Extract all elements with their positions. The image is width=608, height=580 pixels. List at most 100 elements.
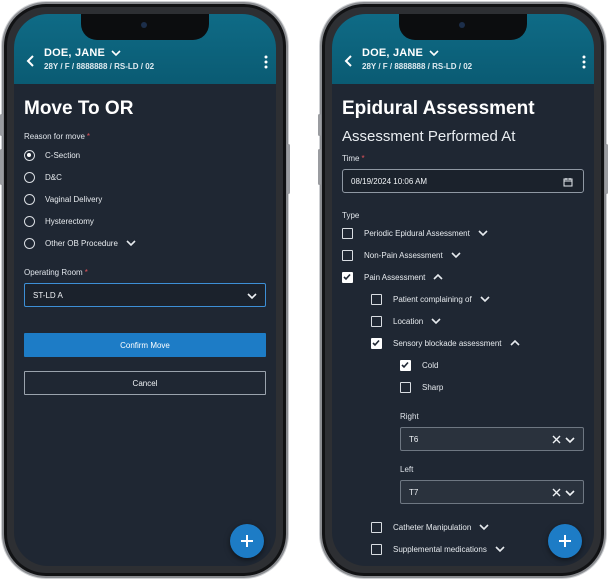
chevron-down-icon[interactable] — [565, 489, 575, 497]
time-input[interactable]: 08/19/2024 10:06 AM — [342, 169, 584, 193]
screen-epidural-assessment: DOE, JANE 28Y / F / 8888888 / RS-LD / 02… — [332, 14, 594, 566]
checkbox[interactable] — [342, 227, 353, 239]
checkbox-label: Non-Pain Assessment — [364, 250, 443, 260]
notch — [399, 14, 527, 40]
radio-button[interactable] — [24, 193, 35, 205]
phone-side-button — [0, 114, 3, 136]
chevron-down-icon[interactable] — [565, 436, 575, 444]
left-level-select[interactable]: T7 — [400, 480, 584, 504]
checkbox[interactable] — [371, 315, 382, 327]
camera-icon — [141, 22, 147, 28]
chevron-up-icon[interactable] — [433, 273, 443, 281]
chevron-down-icon[interactable] — [431, 317, 441, 325]
check-icon — [343, 273, 351, 280]
checkbox[interactable] — [342, 271, 353, 283]
chevron-down-icon — [429, 50, 439, 57]
checkbox[interactable] — [371, 337, 382, 349]
patient-details: 28Y / F / 8888888 / RS-LD / 02 — [362, 62, 473, 71]
radio-label: C-Section — [45, 150, 81, 160]
patient-name-dropdown[interactable]: DOE, JANE — [44, 47, 121, 59]
calendar-icon[interactable] — [563, 177, 573, 187]
radio-label: Other OB Procedure — [45, 238, 118, 248]
radio-button[interactable] — [24, 149, 35, 161]
move-to-or-content: Move To OR Reason for move * C-Section D&… — [14, 84, 276, 566]
check-cold[interactable]: Cold — [400, 354, 584, 376]
time-label: Time * — [342, 154, 584, 163]
chevron-down-icon[interactable] — [480, 295, 490, 303]
right-level-select[interactable]: T6 — [400, 427, 584, 451]
kebab-menu-icon[interactable] — [580, 54, 588, 70]
operating-room-select[interactable]: ST-LD A — [24, 283, 266, 307]
chevron-down-icon[interactable] — [247, 292, 257, 300]
check-sharp[interactable]: Sharp — [400, 376, 584, 398]
checkbox-label: Supplemental medications — [393, 544, 487, 554]
left-level-value: T7 — [409, 487, 419, 497]
chevron-left-icon[interactable] — [24, 54, 38, 68]
phone-side-button — [318, 149, 321, 185]
check-patient-complaining[interactable]: Patient complaining of — [371, 288, 584, 310]
patient-name: DOE, JANE — [362, 47, 424, 59]
chevron-down-icon[interactable] — [478, 229, 488, 237]
check-non-pain[interactable]: Non-Pain Assessment — [342, 244, 584, 266]
check-pain-assessment[interactable]: Pain Assessment — [342, 266, 584, 288]
radio-dc[interactable]: D&C — [24, 166, 266, 188]
operating-room-value: ST-LD A — [33, 290, 63, 300]
required-marker: * — [86, 132, 91, 141]
sensory-subgroup: Cold Sharp Right T6 Left T7 — [371, 354, 584, 504]
type-label: Type — [342, 211, 360, 220]
clear-icon[interactable] — [552, 435, 561, 444]
plus-icon — [559, 535, 571, 547]
check-icon — [401, 361, 409, 368]
radio-c-section[interactable]: C-Section — [24, 144, 266, 166]
radio-button[interactable] — [24, 171, 35, 183]
chevron-up-icon[interactable] — [509, 339, 520, 347]
radio-label: D&C — [45, 172, 62, 182]
checkbox-label: Sensory blockade assessment — [393, 338, 502, 348]
add-fab-button[interactable] — [230, 524, 264, 558]
checkbox[interactable] — [400, 359, 411, 371]
required-marker: * — [84, 268, 88, 277]
left-label: Left — [400, 465, 414, 474]
kebab-menu-icon[interactable] — [262, 54, 270, 70]
radio-button[interactable] — [24, 215, 35, 227]
phone-frame-right: DOE, JANE 28Y / F / 8888888 / RS-LD / 02… — [318, 2, 608, 578]
checkbox[interactable] — [342, 249, 353, 261]
screen-move-to-or: DOE, JANE 28Y / F / 8888888 / RS-LD / 02… — [14, 14, 276, 566]
radio-vaginal-delivery[interactable]: Vaginal Delivery — [24, 188, 266, 210]
clear-icon[interactable] — [552, 488, 561, 497]
checkbox-label: Patient complaining of — [393, 294, 472, 304]
confirm-move-button[interactable]: Confirm Move — [24, 333, 266, 357]
phone-side-button — [318, 114, 321, 136]
check-icon — [372, 339, 380, 346]
operating-room-label: Operating Room * — [24, 268, 266, 277]
phone-side-button — [0, 149, 3, 185]
radio-button[interactable] — [24, 237, 35, 249]
chevron-left-icon[interactable] — [342, 54, 356, 68]
chevron-down-icon[interactable] — [495, 545, 505, 553]
chevron-down-icon[interactable] — [451, 251, 461, 259]
chevron-down-icon[interactable] — [126, 239, 136, 247]
right-label: Right — [400, 412, 419, 421]
phone-frame-left: DOE, JANE 28Y / F / 8888888 / RS-LD / 02… — [0, 2, 290, 578]
checkbox-label: Cold — [422, 360, 439, 370]
cancel-button[interactable]: Cancel — [24, 371, 266, 395]
check-periodic-epidural[interactable]: Periodic Epidural Assessment — [342, 222, 584, 244]
checkbox[interactable] — [371, 521, 382, 533]
plus-icon — [241, 535, 253, 547]
chevron-down-icon[interactable] — [479, 523, 489, 531]
type-checkbox-group: Periodic Epidural Assessment Non-Pain As… — [342, 222, 584, 560]
check-sensory-blockade[interactable]: Sensory blockade assessment — [371, 332, 584, 354]
checkbox[interactable] — [371, 293, 382, 305]
checkbox[interactable] — [400, 381, 411, 393]
add-fab-button[interactable] — [548, 524, 582, 558]
check-location[interactable]: Location — [371, 310, 584, 332]
radio-hysterectomy[interactable]: Hysterectomy — [24, 210, 266, 232]
radio-label: Hysterectomy — [45, 216, 94, 226]
checkbox[interactable] — [371, 543, 382, 555]
patient-name: DOE, JANE — [44, 47, 106, 59]
radio-other-ob-procedure[interactable]: Other OB Procedure — [24, 232, 266, 254]
patient-details: 28Y / F / 8888888 / RS-LD / 02 — [44, 62, 155, 71]
reason-label: Reason for move * — [24, 132, 266, 141]
camera-icon — [459, 22, 465, 28]
patient-name-dropdown[interactable]: DOE, JANE — [362, 47, 439, 59]
